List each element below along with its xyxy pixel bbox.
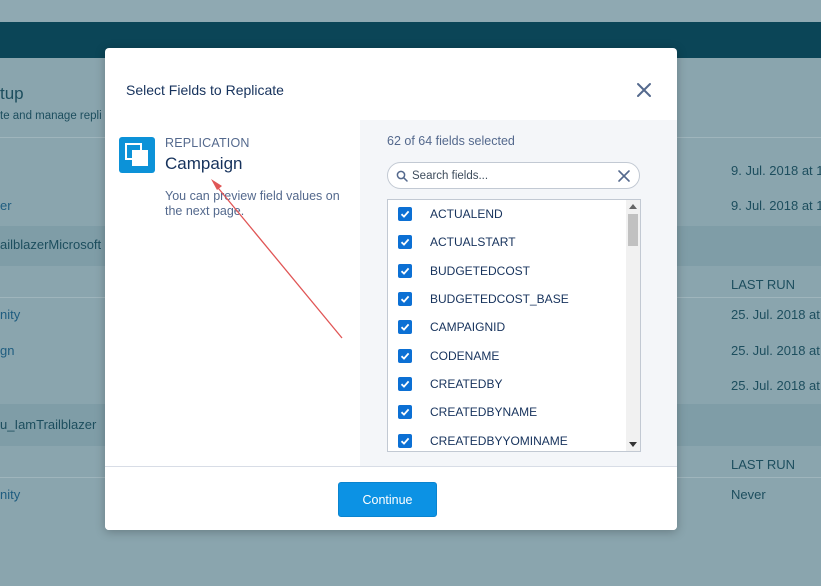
- field-checkbox[interactable]: [398, 235, 412, 249]
- checkmark-icon: [400, 437, 410, 445]
- field-label: CREATEDBYNAME: [430, 405, 538, 419]
- background-row-link[interactable]: nity: [0, 487, 20, 502]
- field-row[interactable]: CREATEDBYNAME: [388, 398, 626, 426]
- object-info-pane: REPLICATION Campaign You can preview fie…: [105, 120, 360, 466]
- background-column-header: LAST RUN: [731, 457, 796, 472]
- checkmark-icon: [400, 380, 410, 388]
- field-checkbox[interactable]: [398, 264, 412, 278]
- background-row-link[interactable]: nity: [0, 307, 20, 322]
- close-icon: [637, 83, 651, 97]
- field-checkbox[interactable]: [398, 349, 412, 363]
- search-icon: [396, 170, 408, 182]
- field-checkbox[interactable]: [398, 405, 412, 419]
- background-date: 25. Jul. 2018 at: [731, 378, 820, 393]
- background-top-strip: [0, 0, 821, 22]
- clear-icon[interactable]: [617, 169, 631, 183]
- background-page-title: tup: [0, 84, 24, 103]
- background-page-subtitle: te and manage repli: [0, 110, 102, 122]
- field-row[interactable]: CREATEDBY: [388, 370, 626, 398]
- list-scrollbar[interactable]: [626, 200, 640, 451]
- background-date: 25. Jul. 2018 at: [731, 307, 820, 322]
- checkmark-icon: [400, 238, 410, 246]
- field-label: BUDGETEDCOST_BASE: [430, 292, 569, 306]
- field-label: CODENAME: [430, 349, 500, 363]
- field-row[interactable]: BUDGETEDCOST: [388, 257, 626, 285]
- modal-header: Select Fields to Replicate: [105, 48, 677, 121]
- continue-button[interactable]: Continue: [338, 482, 437, 517]
- background-column-header: LAST RUN: [731, 277, 796, 292]
- field-selection-pane: 62 of 64 fields selected ACTUALEND ACTUA…: [360, 120, 677, 466]
- scrollbar-thumb[interactable]: [628, 214, 638, 246]
- checkmark-icon: [400, 323, 410, 331]
- background-date: 9. Jul. 2018 at 1: [731, 198, 821, 213]
- field-row[interactable]: CAMPAIGNID: [388, 313, 626, 341]
- scroll-down-arrow-icon[interactable]: [629, 442, 637, 447]
- close-button[interactable]: [632, 78, 656, 102]
- background-date: Never: [731, 487, 766, 502]
- field-row[interactable]: ACTUALEND: [388, 200, 626, 228]
- modal-footer: Continue: [105, 466, 677, 530]
- background-date: 25. Jul. 2018 at: [731, 343, 820, 358]
- field-checkbox[interactable]: [398, 377, 412, 391]
- background-row-link[interactable]: er: [0, 198, 12, 213]
- checkmark-icon: [400, 295, 410, 303]
- fields-selected-count: 62 of 64 fields selected: [387, 134, 515, 148]
- checkmark-icon: [400, 352, 410, 360]
- background-section-title: u_IamTrailblazer: [0, 417, 97, 432]
- scroll-up-arrow-icon[interactable]: [629, 204, 637, 209]
- modal-title: Select Fields to Replicate: [126, 82, 284, 98]
- checkmark-icon: [400, 408, 410, 416]
- replication-label: REPLICATION: [165, 136, 250, 150]
- field-checkbox[interactable]: [398, 320, 412, 334]
- checkmark-icon: [400, 210, 410, 218]
- field-checkbox[interactable]: [398, 434, 412, 448]
- search-box: [387, 162, 640, 189]
- replication-icon: [119, 137, 155, 173]
- search-input[interactable]: [412, 166, 612, 185]
- field-checkbox[interactable]: [398, 292, 412, 306]
- field-label: ACTUALEND: [430, 207, 503, 221]
- field-label: CREATEDBYYOMINAME: [430, 434, 568, 448]
- background-section-title: ailblazerMicrosoft: [0, 237, 102, 252]
- select-fields-modal: Select Fields to Replicate REPLICATION C…: [105, 48, 677, 530]
- field-label: CAMPAIGNID: [430, 320, 506, 334]
- preview-hint: You can preview field values on the next…: [165, 189, 340, 218]
- field-checkbox[interactable]: [398, 207, 412, 221]
- object-name: Campaign: [165, 154, 243, 173]
- background-date: 9. Jul. 2018 at 1: [731, 163, 821, 178]
- field-label: ACTUALSTART: [430, 235, 516, 249]
- background-row-link[interactable]: gn: [0, 343, 14, 358]
- field-row[interactable]: BUDGETEDCOST_BASE: [388, 285, 626, 313]
- field-label: CREATEDBY: [430, 377, 503, 391]
- field-row[interactable]: CREATEDBYYOMINAME: [388, 427, 626, 451]
- field-row[interactable]: CODENAME: [388, 342, 626, 370]
- checkmark-icon: [400, 267, 410, 275]
- fields-list: ACTUALEND ACTUALSTART BUDGETEDCOST BUDGE…: [387, 199, 641, 452]
- field-label: BUDGETEDCOST: [430, 264, 531, 278]
- field-row[interactable]: ACTUALSTART: [388, 228, 626, 256]
